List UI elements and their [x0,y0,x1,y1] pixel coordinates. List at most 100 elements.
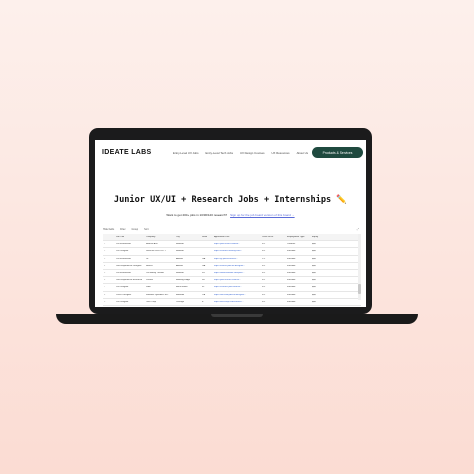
cell-state: FL [202,286,205,289]
cell-equity: $$$ [312,257,316,260]
cell-company: Webster Dynamics Inc. [146,293,169,296]
cell-state: GA [202,257,206,260]
table-row[interactable]: 4 User Experience Designer Hearst Atlanta GA… [103,263,361,270]
cell-city: Bowling Ridge [176,279,190,282]
table-row[interactable]: 1 UX Researcher BREWLANT Remote https://jobs… [103,241,361,249]
cell-state: NY [202,272,206,275]
column-header-equity[interactable]: Equity [311,236,327,238]
nav-link-about-us[interactable]: About Us [297,151,309,155]
cell-employment-type: Full-time [287,300,296,303]
table-header-row: Job Title Company City State Application… [103,234,361,242]
table-row[interactable]: 3 UX Researcher Gl Atlanta GA https://gl.jobs… [103,256,361,263]
top-nav: IDEATE LABS Entry-Level UX Jobs Entry-Le… [95,140,366,166]
cell-job-title: User Experience Research [116,279,143,282]
cell-application-link[interactable]: https://hearst.jobs/ux-designer... [213,265,261,267]
row-index: 6 [104,279,106,282]
cell-job-title: User Experience Designer [116,264,142,267]
cell-state: IL [202,300,204,303]
row-index: 2 [104,250,106,253]
table-scrollbar-thumb[interactable] [358,284,361,294]
cell-state: GA [202,264,206,267]
laptop-screen: IDEATE LABS Entry-Level UX Jobs Entry-Le… [95,140,366,307]
cell-job-title: UX Designer [116,300,129,303]
column-header-city[interactable]: City [175,236,201,238]
nav-link-ux-design-courses[interactable]: UX Design Courses [240,151,265,155]
table-toolbar: Hide fields Filter Group Sort ⤢ [103,226,361,232]
cell-employment-type: Full-time [287,279,296,282]
column-header-employment-type[interactable]: Employment Type [286,236,311,238]
table-row[interactable]: 6 User Experience Research Lincoln Bowling … [103,277,361,285]
cell-city: Remote [176,243,184,246]
nav-links: Entry-Level UX Jobs Entry-Level Tech Job… [173,151,308,155]
table-row[interactable]: 7 UX Designer Jabil Boca Raton FL https://car… [103,284,361,292]
cell-company: Lincoln [146,279,153,282]
cell-equity: $$$ [312,279,316,282]
cell-job-title: UX Designer [116,250,129,253]
cell-years-of-experience: 1-2 [262,257,266,260]
column-header-application-link[interactable]: Application Link [213,236,261,238]
row-index: 8 [104,293,106,296]
cell-application-link[interactable]: https://techcorp.com/careers... [213,301,261,303]
cell-years-of-experience: 0-2 [262,286,266,289]
cell-employment-type: Full-time [287,293,296,296]
cell-city: Burbank [176,293,185,296]
expand-icon[interactable]: ⤢ [357,227,359,231]
cell-equity: $$$ [312,243,316,246]
cell-job-title: UX Researcher [116,243,131,246]
cell-application-link[interactable]: https://www.linkedin.com/jobs... [213,272,261,274]
cell-company: On Money Tracker [146,272,164,275]
cell-equity: $$$ [312,250,316,253]
cell-company: Tech Corp [146,300,156,303]
row-index: 7 [104,286,106,289]
nav-link-entry-level-tech-jobs[interactable]: Entry-Level Tech Jobs [206,151,233,155]
nav-link-entry-level-ux-jobs[interactable]: Entry-Level UX Jobs [173,151,199,155]
table-row[interactable]: 5 UX Researcher On Money Tracker Remote NY ht… [103,270,361,278]
filter-button[interactable]: Filter [120,228,125,231]
laptop-notch [211,314,263,317]
site-logo[interactable]: IDEATE LABS [102,149,151,156]
cell-application-link[interactable]: https://jobs.lever.co/brew... [213,243,261,245]
cell-employment-type: Full-time [287,250,296,253]
cell-employment-type: Full-time [287,272,296,275]
cell-state: CA [202,293,206,296]
cell-company: Gl [146,257,149,260]
cell-years-of-experience: 0-2 [262,250,266,253]
table-row[interactable]: 9 UX Designer Tech Corp Chicago IL https://te… [103,299,361,306]
row-index: 9 [104,300,106,303]
cell-application-link[interactable]: https://careers.jabil.com/ux... [213,286,261,288]
row-index: 5 [104,272,106,275]
hide-fields-button[interactable]: Hide fields [103,228,114,231]
table-row[interactable]: 8 UX/UI Designer Webster Dynamics Inc. Burb… [103,292,361,299]
column-header-state[interactable]: State [201,236,213,238]
page-subtitle: Want to get 200+ jobs in 10/30/120 resea… [95,213,366,217]
table-row[interactable]: 2 UX Designer DESIGN VELOCITY Remote https:/… [103,248,361,256]
row-index: 4 [104,264,106,267]
cell-years-of-experience: 0-2 [262,272,266,275]
nav-link-ux-resources[interactable]: UX Resources [272,151,290,155]
cell-city: Remote [176,272,184,275]
cell-application-link[interactable]: https://gl.jobs/research... [213,258,261,260]
cell-application-link[interactable]: https://careers.velocity.com... [213,250,261,252]
group-button[interactable]: Group [131,228,138,231]
cell-city: Chicago [176,300,185,303]
cell-equity: $$$ [312,264,316,267]
signup-link[interactable]: Sign up for the job board version of thi… [230,213,295,217]
cell-city: Remote [176,250,184,253]
cell-application-link[interactable]: https://jobs.lincoln.com/ux... [213,279,261,281]
products-services-button[interactable]: Products & Services [312,147,363,158]
page-title: Junior UX/UI + Research Jobs + Internshi… [113,195,348,205]
column-header-job-title[interactable]: Job Title [115,236,145,238]
row-index: 3 [104,257,106,260]
subtitle-text: Want to get 200+ jobs in 10/30/120 resea… [166,213,228,217]
column-header-company[interactable]: Company [145,236,175,238]
table-row[interactable]: 10Product DesignerGravitasRemotehttps://… [103,306,361,307]
cell-city: Atlanta [176,257,183,260]
column-header-years-of-experience[interactable]: Years of Ex. [261,236,286,238]
cell-equity: $$$ [312,300,316,303]
cell-job-title: UX/UI Designer [116,293,132,296]
cell-application-link[interactable]: https://wd.com/jobs/ui-designer... [213,294,261,296]
cell-equity: $$$ [312,272,316,275]
cell-job-title: UX Designer [116,286,129,289]
cell-city: Atlanta [176,264,183,267]
sort-button[interactable]: Sort [144,228,148,231]
